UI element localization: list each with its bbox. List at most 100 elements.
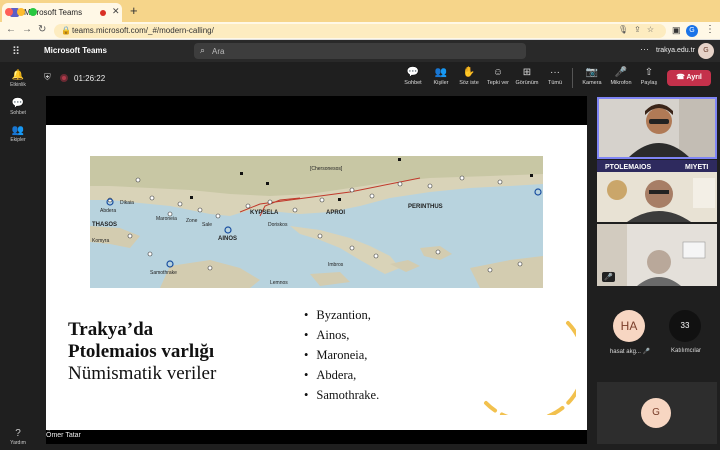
reactions-button[interactable]: ☺ Tepki ver (483, 67, 513, 86)
bullet-item: Samothrake. (304, 385, 379, 405)
control-label: Görünüm (515, 80, 539, 86)
rail-item-teams[interactable]: 👥 Ekipler (0, 125, 36, 143)
thrace-map: [Chersonesos] KYPSELA APROI PERINTHUS AI… (90, 156, 543, 288)
reload-icon[interactable]: ↻ (38, 24, 46, 35)
slide-heading-line2: Ptolemaios varlığı (68, 341, 215, 362)
participant-video-3[interactable] (597, 224, 717, 286)
shared-screen: [Chersonesos] KYPSELA APROI PERINTHUS AI… (46, 96, 587, 444)
participants-label: Katılımcılar (670, 348, 701, 354)
layout-button[interactable]: ⊞ Görünüm (512, 67, 542, 86)
control-label: Tümü (547, 80, 563, 86)
address-bar-actions: 🎙⇪☆ (618, 25, 660, 34)
participant-avatar-ha[interactable]: HA (613, 310, 645, 342)
mic-muted-icon: 🎤 (642, 349, 651, 355)
app-launcher-icon[interactable]: ⠿ (12, 45, 20, 58)
rail-item-help[interactable]: ? Yardım (0, 428, 36, 446)
browser-profile-avatar[interactable]: G (686, 25, 698, 37)
leave-label: Ayrıl (686, 74, 702, 81)
camera-off-icon: 📷 (585, 67, 599, 78)
mic-muted-icon: 🎤 (602, 272, 615, 282)
microphone-button[interactable]: 🎤 Mikrofon (606, 67, 636, 86)
rail-item-chat[interactable]: 💬 Sohbet (0, 98, 36, 116)
people-button[interactable]: 👥 Kişiler (426, 67, 456, 86)
meeting-timer: 01:26:22 (74, 74, 106, 83)
search-icon: ⌕ (200, 45, 206, 55)
organization-name: trakya.edu.tr (656, 47, 695, 54)
map-label: KYPSELA (250, 210, 279, 216)
map-label: Samothrake (150, 270, 177, 276)
slide-heading-line3: Nümismatik veriler (68, 363, 217, 384)
people-icon: 👥 (434, 67, 448, 78)
help-icon: ? (15, 428, 21, 439)
bullet-item: Abdera, (304, 365, 379, 385)
lock-icon: 🔒 (61, 26, 71, 35)
control-label: Paylaş (640, 80, 658, 86)
participant-portrait: PTOLEMAIOS MIYETI (597, 160, 717, 222)
window-close-icon[interactable] (5, 8, 13, 16)
speaker-name: Ömer Tatar (46, 432, 81, 439)
participant-video-2[interactable]: PTOLEMAIOS MIYETI (597, 160, 717, 222)
slide-heading-line1: Trakya’da (68, 319, 154, 340)
back-icon[interactable]: ← (6, 24, 16, 35)
more-actions-button[interactable]: ··· Tümü (540, 67, 570, 86)
map-label: Lemnos (270, 280, 288, 286)
control-label: Tepki ver (486, 80, 509, 86)
participant-count-badge[interactable]: 33 (669, 310, 701, 342)
user-avatar[interactable]: G (698, 43, 714, 59)
window-maximize-icon[interactable] (29, 8, 37, 16)
left-rail: 🔔 Etkinlik 💬 Sohbet 👥 Ekipler ? Yardım (0, 62, 36, 450)
camera-button[interactable]: 📷 Kamera (577, 67, 607, 86)
slide-bullet-list: Byzantion, Ainos, Maroneia, Abdera, Samo… (304, 305, 379, 405)
more-options-icon[interactable]: ··· (640, 44, 649, 54)
map-label: THASOS (92, 222, 117, 228)
participant-avatar-g: G (641, 398, 671, 428)
recording-indicator-icon (100, 10, 106, 16)
side-panel-icon[interactable]: ▣ (672, 25, 681, 36)
mic-icon[interactable]: 🎙 (618, 25, 634, 34)
poster-banner: PTOLEMAIOS (605, 164, 651, 171)
share-button[interactable]: ⇧ Paylaş (634, 67, 664, 86)
share-page-icon[interactable]: ⇪ (634, 25, 647, 34)
bookmark-star-icon[interactable]: ☆ (647, 25, 660, 34)
layout-icon: ⊞ (522, 67, 532, 78)
slide-heading: Trakya’da Ptolemaios varlığı Nümismatik … (68, 319, 216, 385)
mic-off-icon: 🎤 (614, 67, 628, 78)
rail-label: Yardım (10, 440, 26, 446)
raise-hand-button[interactable]: ✋ Söz iste (454, 67, 484, 86)
participant-video-1[interactable] (597, 97, 717, 159)
decorative-arc (484, 321, 576, 415)
bullet-item: Maroneia, (304, 345, 379, 365)
browser-menu-icon[interactable]: ⋮ (705, 24, 715, 35)
rail-label: Etkinlik (10, 82, 26, 88)
raise-hand-icon: ✋ (462, 67, 476, 78)
phone-hangup-icon: ☎ (676, 74, 685, 81)
map-label: Sale (202, 222, 212, 228)
new-tab-button[interactable]: + (130, 3, 138, 18)
bullet-item: Byzantion, (304, 305, 379, 325)
window-minimize-icon[interactable] (17, 8, 25, 16)
forward-icon[interactable]: → (22, 24, 32, 35)
rail-label: Sohbet (10, 110, 26, 116)
search-input[interactable]: ⌕ Ara (194, 43, 526, 59)
tab-close-icon[interactable]: ✕ (112, 6, 120, 17)
leave-button[interactable]: ☎ Ayrıl (667, 70, 711, 86)
participant-tile-g[interactable]: G (597, 382, 717, 444)
bullet-item: Ainos, (304, 325, 379, 345)
address-bar[interactable]: 🔒 teams.microsoft.com/_#/modern-calling/… (54, 24, 666, 38)
control-label: Kişiler (433, 80, 449, 86)
search-placeholder: Ara (212, 47, 225, 56)
poster-banner-2: MIYETI (685, 164, 708, 171)
meeting-toolbar: ⛨ 01:26:22 💬 Sohbet 👥 Kişiler ✋ Söz iste… (36, 62, 720, 94)
recording-icon (60, 74, 68, 82)
presentation-slide: [Chersonesos] KYPSELA APROI PERINTHUS AI… (46, 125, 587, 430)
rail-item-activity[interactable]: 🔔 Etkinlik (0, 70, 36, 88)
browser-tab-bar: Microsoft Teams ✕ + (0, 0, 720, 22)
chat-icon: 💬 (406, 67, 420, 78)
participant-name: hasat akg... 🎤 (600, 348, 660, 355)
browser-toolbar: ← → ↻ 🔒 teams.microsoft.com/_#/modern-ca… (0, 22, 720, 40)
control-label: Sohbet (404, 80, 422, 86)
shield-icon[interactable]: ⛨ (44, 72, 51, 83)
chat-button[interactable]: 💬 Sohbet (398, 67, 428, 86)
map-label: Maroneia (156, 216, 177, 222)
teams-header: ⠿ Microsoft Teams ⌕ Ara ··· trakya.edu.t… (0, 40, 720, 62)
